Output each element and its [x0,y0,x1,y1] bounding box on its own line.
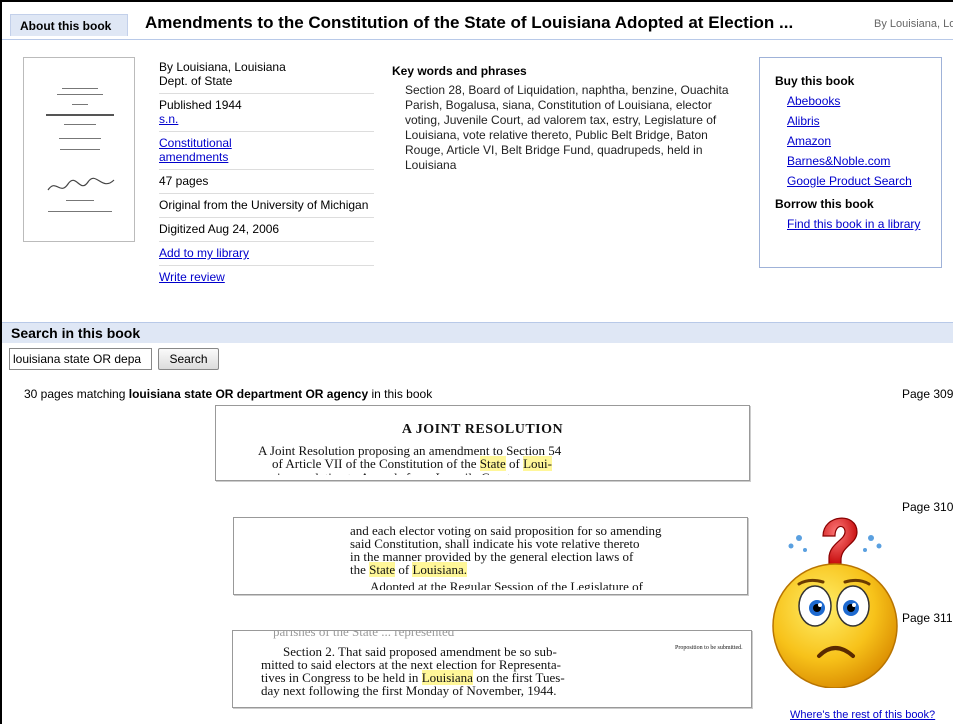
snippet-line: the State of Louisiana. [350,562,467,577]
margin-note: Proposition to be submitted. [675,645,743,651]
page-count: 47 pages [159,170,374,194]
book-header: About this book Amendments to the Consti… [2,2,953,40]
page-number-link[interactable]: Page 310 [902,500,953,514]
keywords-heading: Key words and phrases [392,64,527,78]
buy-link-barnes-noble[interactable]: Barnes&Noble.com [787,151,941,171]
original-from: Original from the University of Michigan [159,194,374,218]
buy-heading: Buy this book [775,74,855,88]
subject-link[interactable]: Constitutional [159,136,232,150]
snippet-heading: A JOINT RESOLUTION [401,422,564,437]
digitized-date: Digitized Aug 24, 2006 [159,218,374,242]
author-dept: Dept. of State [159,74,233,88]
result-snippet[interactable]: A JOINT RESOLUTION A Joint Resolution pr… [215,405,750,481]
page-number-link[interactable]: Page 309 [902,387,953,401]
book-by-line: By Louisiana, Louisiana [874,18,953,30]
write-review-link[interactable]: Write review [159,270,225,284]
published-date: Published 1944 [159,98,242,112]
match-summary: 30 pages matching louisiana state OR dep… [24,387,432,401]
author-row: By Louisiana, Louisiana Dept. of State [159,60,374,94]
book-cover-thumbnail[interactable] [23,57,135,242]
buy-link-abebooks[interactable]: Abebooks [787,91,941,111]
signature-mark [47,177,115,191]
page-number-link[interactable]: Page 311 [902,611,953,625]
book-title: Amendments to the Constitution of the St… [145,13,794,32]
subject-link-cont[interactable]: amendments [159,150,228,164]
author-line: By Louisiana, Louisiana [159,60,286,74]
result-snippet[interactable]: and each elector voting on said proposit… [233,517,748,595]
snippet-line: day next following the first Monday of N… [261,683,557,698]
add-to-library-link[interactable]: Add to my library [159,246,249,260]
book-metadata: By Louisiana, Louisiana Dept. of State P… [159,60,374,289]
publisher-link[interactable]: s.n. [159,112,178,126]
snippet-line-cut: parishes of the State ... represented [273,630,455,639]
buy-link-alibris[interactable]: Alibris [787,111,941,131]
buy-link-google-product-search[interactable]: Google Product Search [787,171,941,191]
search-button[interactable]: Search [158,348,219,370]
where-is-rest-link[interactable]: Where's the rest of this book? [790,709,935,721]
keywords-text: Section 28, Board of Liquidation, naphth… [405,83,729,172]
search-input[interactable] [9,348,152,370]
buy-borrow-box: Buy this book Abebooks Alibris Amazon Ba… [759,57,942,268]
borrow-heading: Borrow this book [775,197,874,211]
subject-row: Constitutional amendments [159,132,374,170]
match-prefix: 30 pages matching [24,387,129,401]
tab-about-this-book[interactable]: About this book [10,14,128,36]
match-suffix: in this book [368,387,433,401]
result-snippet[interactable]: parishes of the State ... represented Se… [232,630,752,708]
published-row: Published 1944 s.n. [159,94,374,132]
find-in-library-link[interactable]: Find this book in a library [787,214,941,234]
buy-link-amazon[interactable]: Amazon [787,131,941,151]
snippet-line: of Article VII of the Constitution of th… [272,456,552,471]
match-query: louisiana state OR department OR agency [128,387,369,401]
confused-smiley-icon [772,517,898,688]
search-section-header: Search in this book [2,322,953,343]
